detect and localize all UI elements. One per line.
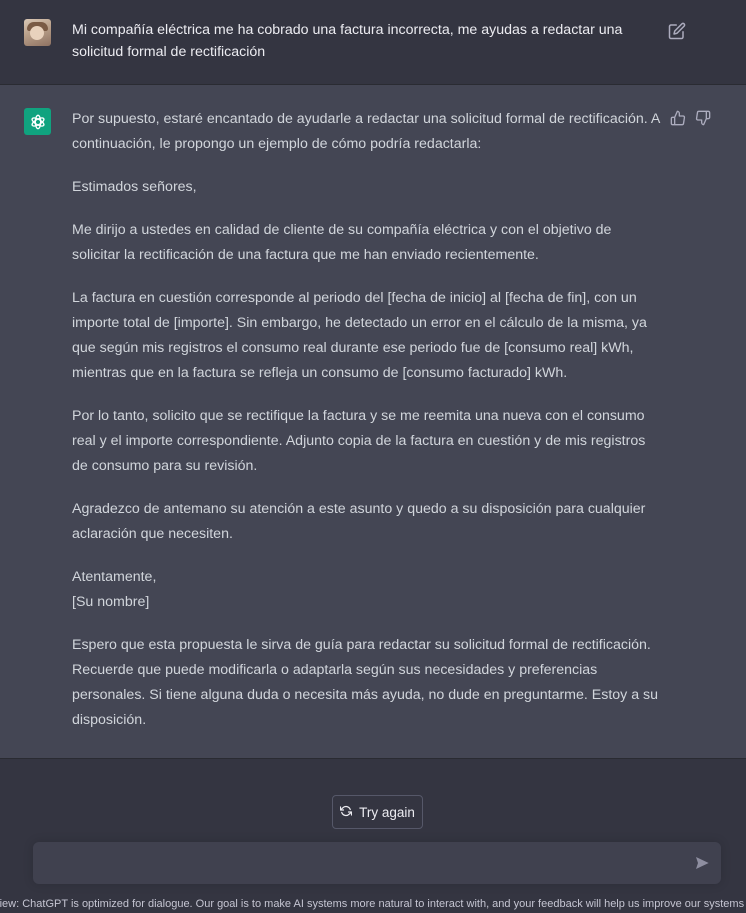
bottom-panel: Try again eview: ChatGPT is optimized fo… — [0, 759, 746, 913]
try-again-button[interactable]: Try again — [332, 795, 423, 829]
try-again-label: Try again — [359, 804, 415, 820]
edit-icon[interactable] — [668, 22, 686, 40]
user-message-row: Mi compañía eléctrica me ha cobrado una … — [0, 0, 746, 85]
assistant-paragraph: Espero que esta propuesta le sirva de gu… — [72, 637, 659, 728]
openai-logo-icon — [24, 108, 51, 135]
refresh-icon — [340, 805, 353, 820]
assistant-paragraph: [Su nombre] — [72, 594, 150, 610]
footer-disclaimer: eview: ChatGPT is optimized for dialogue… — [0, 898, 746, 910]
assistant-paragraph: Por lo tanto, solicito que se rectifique… — [72, 408, 646, 474]
thumbs-up-icon[interactable] — [670, 110, 686, 126]
assistant-message-row: Por supuesto, estaré encantado de ayudar… — [0, 85, 746, 759]
assistant-paragraph: Agradezco de antemano su atención a este… — [72, 501, 646, 542]
assistant-paragraph: Me dirijo a ustedes en calidad de client… — [72, 222, 612, 263]
assistant-paragraph: La factura en cuestión corresponde al pe… — [72, 290, 647, 381]
assistant-paragraph: Estimados señores, — [72, 179, 197, 195]
thumbs-down-icon[interactable] — [695, 110, 711, 126]
assistant-message-text: Por supuesto, estaré encantado de ayudar… — [72, 107, 662, 751]
user-avatar — [24, 19, 51, 46]
assistant-paragraph: Atentamente, — [72, 569, 157, 585]
message-input[interactable] — [33, 842, 721, 884]
user-message-text: Mi compañía eléctrica me ha cobrado una … — [72, 22, 623, 60]
assistant-paragraph: Por supuesto, estaré encantado de ayudar… — [72, 111, 660, 152]
send-icon[interactable] — [694, 855, 710, 871]
